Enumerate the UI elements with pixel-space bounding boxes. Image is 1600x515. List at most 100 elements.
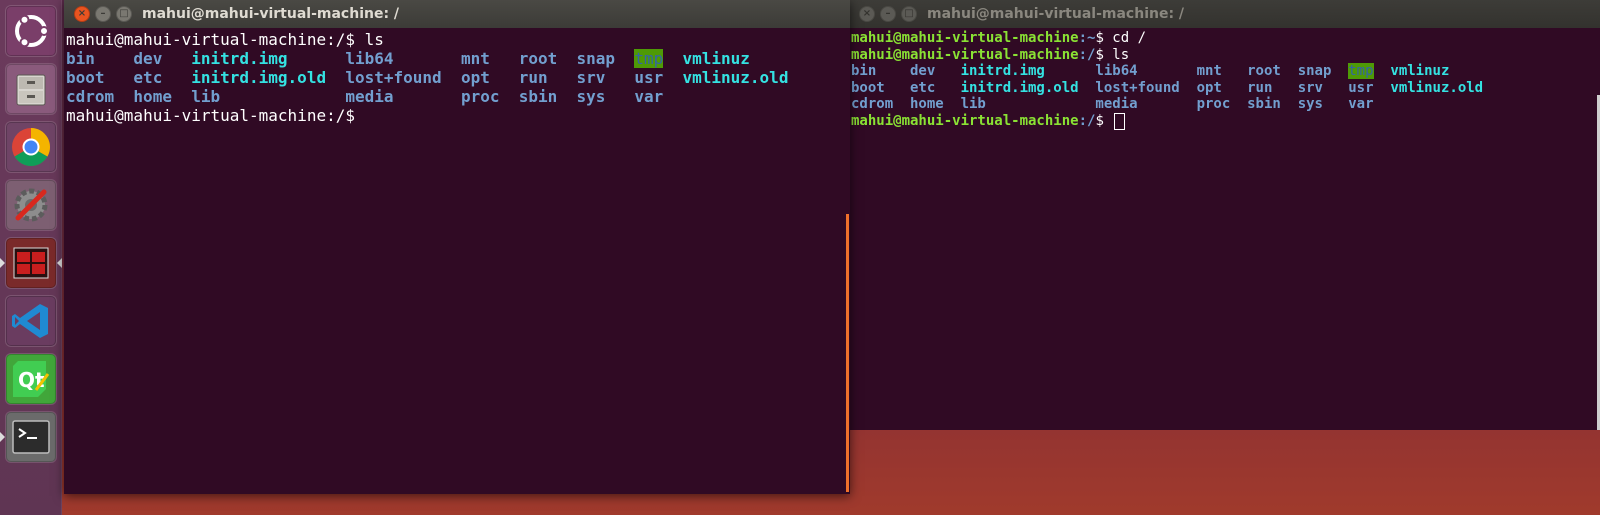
maximize-icon: □ [904,8,914,19]
maximize-button[interactable]: □ [901,6,917,22]
ls-entry: home [910,96,961,113]
maximize-button[interactable]: □ [116,6,132,22]
directory-name: lost+found [345,68,442,87]
terminal-button[interactable] [6,412,56,462]
ls-entry: mnt [1197,63,1248,80]
directory-name: snap [1297,63,1332,79]
directory-name: opt [460,68,490,87]
ls-entry: lib [191,87,345,106]
ls-entry: tmp [1348,63,1390,80]
ls-entry: initrd.img.old [961,80,1096,97]
window-titlebar[interactable]: × – □ mahui@mahui-virtual-machine: / [64,0,850,28]
symlink-name: vmlinuz [1390,63,1450,79]
vscode-icon [12,304,48,338]
ls-entry: sys [577,87,635,106]
ls-entry: vmlinuz.old [1390,80,1491,97]
prompt-user: mahui@mahui-virtual-machine [66,30,327,49]
ls-entry: srv [1298,80,1349,97]
ubuntu-dash-icon [15,14,49,48]
ls-entry: var [634,87,682,106]
ls-entry: opt [1197,80,1248,97]
ls-entry: root [519,49,577,68]
scrollbar[interactable] [846,214,849,492]
prompt-user: mahui@mahui-virtual-machine [66,106,327,125]
ls-entry: boot [66,68,133,87]
ls-entry: bin [66,49,133,68]
window-titlebar[interactable]: × – □ mahui@mahui-virtual-machine: / [849,0,1600,28]
ls-entry: initrd.img [961,63,1096,80]
system-settings-button[interactable] [6,180,56,230]
directory-name: lib [960,96,986,112]
symlink-name: initrd.img [191,49,288,68]
directory-name: bin [66,49,95,68]
terminal-window-right[interactable]: × – □ mahui@mahui-virtual-machine: / mah… [849,0,1600,430]
ls-entry: run [519,68,577,87]
prompt-dollar: $ [1095,46,1113,63]
directory-name: var [1348,96,1374,112]
ls-output-row: bin dev initrd.img lib64 mnt root snap tmp vmlin… [66,49,850,68]
directory-name: proc [460,87,500,106]
symlink-name: initrd.img.old [960,79,1079,96]
symlink-name: vmlinuz [682,49,750,68]
directory-name: dev [910,63,936,79]
chrome-icon [12,128,50,166]
minimize-button[interactable]: – [880,6,896,22]
prompt-path: :/ [1078,112,1096,129]
remmina-icon [13,247,49,279]
files-button[interactable] [6,64,56,114]
prompt-line: mahui@mahui-virtual-machine:/$ ls [851,47,1600,64]
directory-name: srv [1297,79,1323,96]
ls-output-row: cdrom home lib media proc sbin sys var [851,96,1600,113]
ls-entry: etc [910,80,961,97]
ls-entry: run [1247,80,1298,97]
directory-name: bin [851,63,877,79]
prompt-dollar: $ [1095,112,1113,129]
ubuntu-dash-button[interactable] [6,6,56,56]
ls-entry: opt [461,68,519,87]
close-button[interactable]: × [859,6,875,22]
sticky-directory-name: tmp [1348,63,1374,79]
sticky-directory-name: tmp [634,49,664,68]
ls-entry: vmlinuz [682,49,798,68]
chrome-button[interactable] [6,122,56,172]
directory-name: lost+found [1095,79,1180,96]
prompt-line: mahui@mahui-virtual-machine:/$ [66,106,850,125]
terminal-output[interactable]: mahui@mahui-virtual-machine:/$ ls bin dev i… [64,28,850,494]
ls-entry: vmlinuz [1390,63,1491,80]
qt-creator-button[interactable]: Qt [6,354,56,404]
directory-name: var [634,87,664,106]
prompt-path: :/ [326,30,346,49]
window-title: mahui@mahui-virtual-machine: / [927,6,1185,22]
command-text: ls [1112,46,1130,63]
ls-entry: usr [634,68,682,87]
terminal-output[interactable]: mahui@mahui-virtual-machine:~ $ cd / mahui… [849,28,1600,430]
directory-name: proc [1196,96,1231,112]
command-text: ls [364,30,384,49]
symlink-name: initrd.img.old [191,68,327,87]
ls-entry: cdrom [66,87,133,106]
directory-name: run [518,68,548,87]
ls-entry: usr [1348,80,1390,97]
directory-name: home [910,96,944,112]
maximize-icon: □ [119,8,129,19]
directory-name: media [345,87,394,106]
close-button[interactable]: × [74,6,90,22]
ls-entry: snap [1298,63,1349,80]
directory-name: lib [191,87,221,106]
prompt-user: mahui@mahui-virtual-machine [851,30,1079,46]
directory-name: root [518,49,558,68]
directory-name: etc [133,68,163,87]
ls-entry: sys [1298,96,1349,113]
terminal-window-left[interactable]: × – □ mahui@mahui-virtual-machine: / mah… [64,0,850,494]
directory-name: opt [1196,79,1222,96]
minimize-button[interactable]: – [95,6,111,22]
directory-name: usr [1348,79,1374,96]
ls-entry: tmp [634,49,682,68]
close-icon: × [862,8,872,19]
directory-name: boot [66,68,105,87]
ls-entry: root [1247,63,1298,80]
vscode-button[interactable] [6,296,56,346]
remmina-button[interactable] [6,238,56,288]
ls-entry: sbin [1247,96,1298,113]
command-text: cd / [1112,30,1147,46]
